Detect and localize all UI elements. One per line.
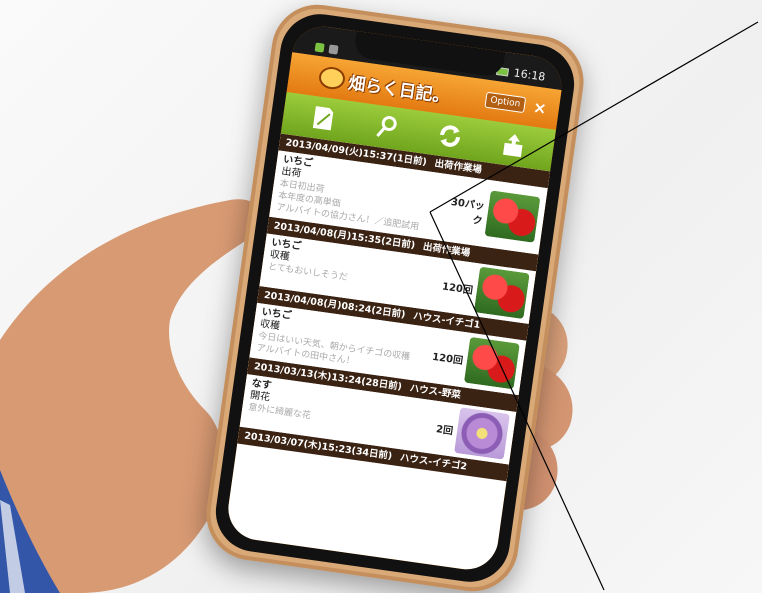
status-time: 16:18 xyxy=(512,66,547,84)
entry-quantity: 30パック xyxy=(450,196,486,228)
search-icon[interactable] xyxy=(370,110,404,144)
new-entry-icon[interactable] xyxy=(306,101,340,135)
entry-quantity: 120回 xyxy=(431,351,464,367)
phone-screen: 16:18 畑らく日記。 Option × 2013/04/09(火)15:37… xyxy=(224,22,566,574)
upload-icon[interactable] xyxy=(497,128,531,162)
entry-thumbnail[interactable] xyxy=(454,407,510,460)
app-title: 畑らく日記。 xyxy=(347,73,451,108)
entry-quantity: 2回 xyxy=(435,423,454,437)
logo-icon xyxy=(317,65,347,91)
close-button[interactable]: × xyxy=(530,97,550,118)
entry-thumbnail[interactable] xyxy=(463,336,520,390)
notification-icon xyxy=(314,42,325,53)
option-button[interactable]: Option xyxy=(484,91,527,114)
notification-icon xyxy=(328,44,339,55)
entry-quantity: 120回 xyxy=(441,281,474,297)
refresh-icon[interactable] xyxy=(433,119,467,153)
entry-thumbnail[interactable] xyxy=(473,266,530,320)
phone-bezel: 16:18 畑らく日記。 Option × 2013/04/09(火)15:37… xyxy=(210,9,580,587)
diary-list: 2013/04/09(火)15:37(1日前) 出荷作業場 いちご 出荷 本日初出… xyxy=(224,133,551,574)
entry-thumbnail[interactable] xyxy=(484,190,541,243)
